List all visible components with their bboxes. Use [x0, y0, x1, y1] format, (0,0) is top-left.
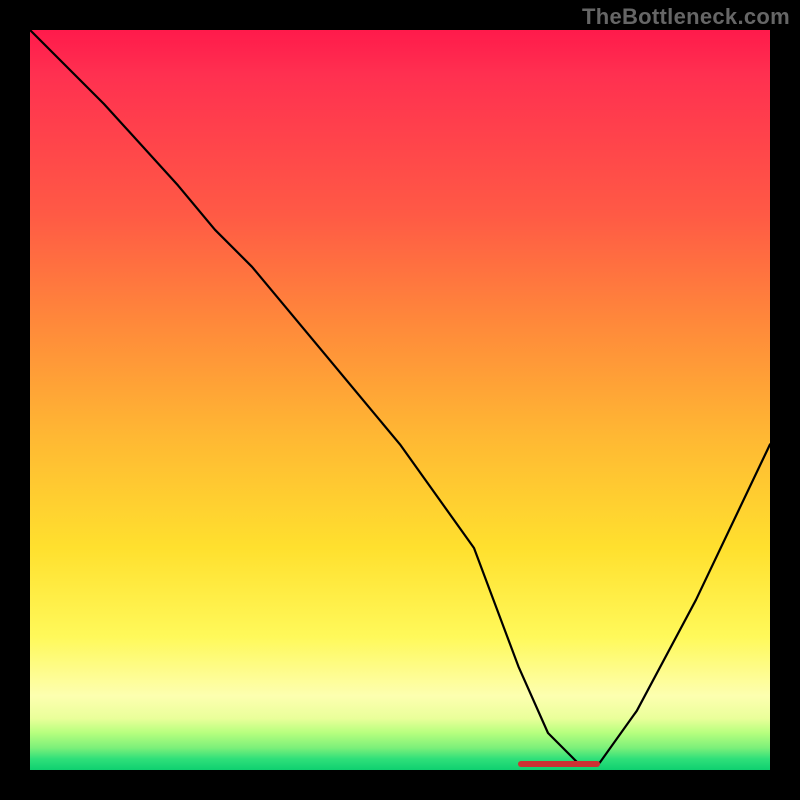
plot-area [30, 30, 770, 770]
chart-frame: TheBottleneck.com [0, 0, 800, 800]
optimal-range-marker [518, 761, 599, 767]
watermark-text: TheBottleneck.com [582, 4, 790, 30]
bottleneck-curve [30, 30, 770, 770]
